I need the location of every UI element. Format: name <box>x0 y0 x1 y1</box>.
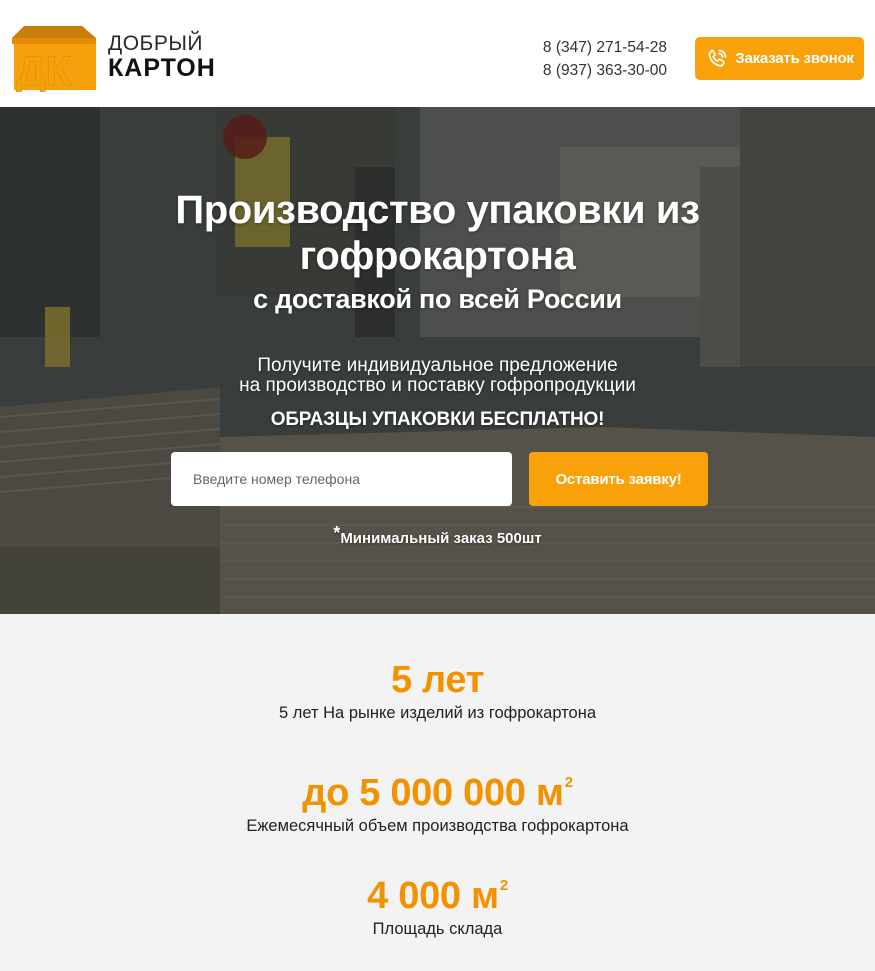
stat-item: 4 000 м2 Площадь склада <box>0 864 875 939</box>
stat-item: до 5 000 000 м2 Ежемесячный объем произв… <box>0 761 875 836</box>
phone-numbers: 8 (347) 271-54-28 8 (937) 363-30-00 <box>543 36 667 82</box>
phone-ringing-icon <box>705 47 729 71</box>
logo[interactable]: ДК ДОБРЫЙ КАРТОН <box>12 22 216 92</box>
hero-offer-text: Получите индивидуальное предложение на п… <box>239 355 636 396</box>
min-order-text: Минимальный заказ 500шт <box>340 530 542 547</box>
logo-text-line1: ДОБРЫЙ <box>108 32 204 55</box>
stat-label: 5 лет На рынке изделий из гофрокартона <box>278 704 596 722</box>
hero-section: Производство упаковки из гофрокартона с … <box>0 107 875 614</box>
site-header: ДК ДОБРЫЙ КАРТОН 8 (347) 271-54-28 8 (93… <box>0 0 875 107</box>
phone-number-1[interactable]: 8 (347) 271-54-28 <box>543 36 667 59</box>
hero-subtitle: с доставкой по всей России <box>253 284 622 314</box>
stats-section: 5 лет 5 лет На рынке изделий из гофрокар… <box>0 614 875 971</box>
logo-box-icon: ДК <box>12 26 96 92</box>
stat-label: Площадь склада <box>372 920 503 938</box>
request-call-label: Заказать звонок <box>735 50 854 67</box>
logo-text-line2: КАРТОН <box>108 54 216 82</box>
phone-input[interactable] <box>171 452 512 506</box>
stat-value: 5 лет <box>390 659 485 701</box>
min-order-note: *Минимальный заказ 500шт <box>0 523 875 547</box>
stat-value: 4 000 м2 <box>367 875 508 917</box>
stat-label: Ежемесячный объем производства гофрокарт… <box>246 817 629 835</box>
svg-text:ДК: ДК <box>16 47 72 92</box>
request-call-button[interactable]: Заказать звонок <box>695 37 864 80</box>
stat-value: до 5 000 000 м2 <box>302 772 573 814</box>
submit-request-button[interactable]: Оставить заявку! <box>529 452 708 506</box>
hero-title: Производство упаковки из гофрокартона <box>175 188 700 278</box>
free-samples-text: ОБРАЗЦЫ УПАКОВКИ БЕСПЛАТНО! <box>270 409 605 430</box>
stat-item: 5 лет 5 лет На рынке изделий из гофрокар… <box>0 658 875 723</box>
phone-number-2[interactable]: 8 (937) 363-30-00 <box>543 59 667 82</box>
